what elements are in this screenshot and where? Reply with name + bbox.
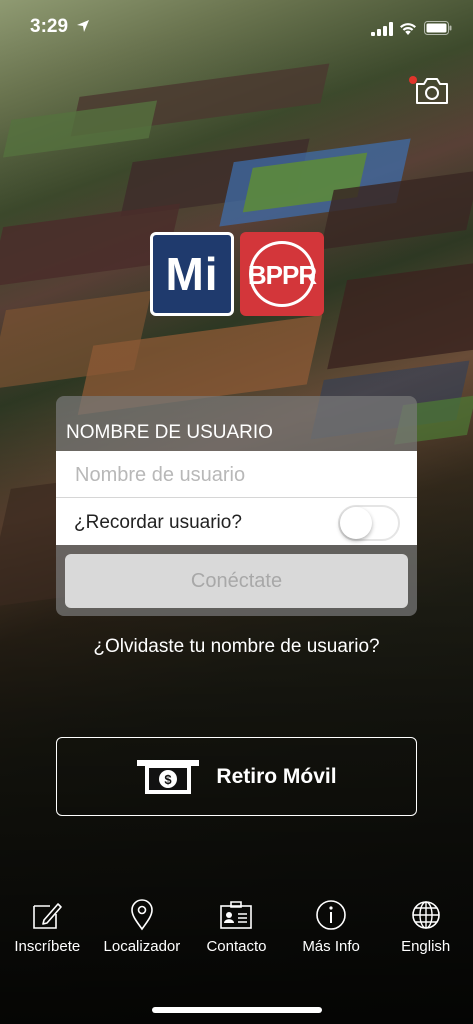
wifi-icon (400, 23, 416, 35)
tab-english[interactable]: English (378, 896, 473, 966)
username-field[interactable] (56, 451, 417, 498)
remember-user-label: ¿Recordar usuario? (74, 512, 242, 533)
username-header: NOMBRE DE USUARIO (66, 422, 273, 443)
tab-label: English (401, 938, 451, 955)
contact-card-icon (220, 901, 253, 929)
login-card: NOMBRE DE USUARIO ¿Recordar usuario? Con… (56, 396, 417, 616)
tab-label: Localizador (103, 938, 181, 955)
retiro-movil-button[interactable]: $ Retiro Móvil (56, 737, 417, 816)
tab-label: Más Info (302, 938, 360, 955)
status-time: 3:29 (30, 16, 69, 37)
bppr-logo: BPPR (240, 232, 324, 316)
remember-user-toggle[interactable] (338, 505, 400, 541)
brand-logos: Mi BPPR (150, 232, 325, 316)
tab-localizador[interactable]: Localizador (95, 896, 190, 966)
battery-icon (424, 21, 452, 35)
remember-user-row: ¿Recordar usuario? (56, 498, 417, 545)
tab-contacto[interactable]: Contacto (189, 896, 284, 966)
tab-mas-info[interactable]: Más Info (284, 896, 379, 966)
connect-button[interactable]: Conéctate (65, 554, 408, 608)
location-pin-icon (131, 899, 153, 931)
cash-withdraw-icon: $ (137, 759, 200, 794)
mi-logo: Mi (150, 232, 234, 316)
status-bar: 3:29 (0, 0, 473, 54)
home-indicator[interactable] (152, 1007, 322, 1013)
toggle-knob (340, 507, 372, 539)
edit-icon (33, 903, 63, 929)
tab-inscribete[interactable]: Inscríbete (0, 896, 95, 966)
cellular-signal-icon (371, 22, 393, 36)
svg-text:$: $ (165, 772, 173, 787)
svg-text:BPPR: BPPR (248, 260, 317, 290)
info-icon (316, 900, 346, 930)
location-arrow-icon (77, 20, 89, 32)
username-input[interactable] (75, 463, 395, 487)
camera-icon[interactable] (414, 76, 450, 106)
bppr-seal: BPPR (248, 241, 318, 307)
retiro-movil-label: Retiro Móvil (216, 764, 337, 788)
forgot-username-link[interactable]: ¿Olvidaste tu nombre de usuario? (0, 636, 473, 658)
tab-label: Inscríbete (14, 938, 81, 955)
tab-label: Contacto (206, 938, 267, 955)
globe-icon (411, 901, 440, 929)
bottom-tab-bar: Inscríbete Localizador Contacto Más Info (0, 896, 473, 966)
